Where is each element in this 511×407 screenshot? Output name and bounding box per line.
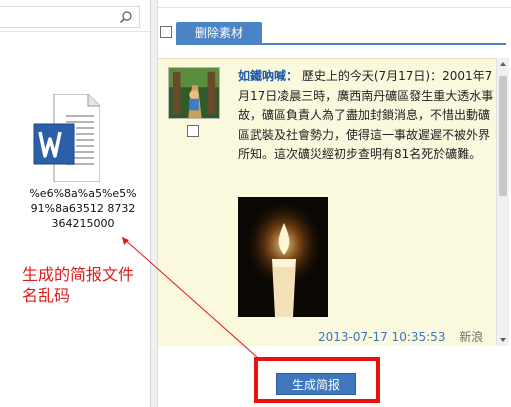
tab-underline bbox=[176, 43, 506, 45]
post-item: 如鐵吶喊： 歷史上的今天(7月17日)：2001年7月17日凌晨三時，廣西南丹礦… bbox=[158, 58, 496, 346]
post-source[interactable]: 新浪 bbox=[459, 330, 483, 344]
post-text: 如鐵吶喊： 歷史上的今天(7月17日)：2001年7月17日凌晨三時，廣西南丹礦… bbox=[238, 67, 494, 165]
avatar[interactable] bbox=[168, 67, 220, 119]
post-select-checkbox[interactable] bbox=[187, 125, 199, 137]
delete-material-button[interactable]: 删除素材 bbox=[176, 22, 262, 44]
panel-toolbar: 删除素材 bbox=[158, 22, 511, 45]
file-explorer-pane: %e6%8a%a5%e5%91%8a63512 8732364215000 生成… bbox=[0, 0, 150, 407]
scroll-down-arrow-icon[interactable] bbox=[497, 334, 509, 346]
word-document-icon[interactable] bbox=[32, 94, 100, 182]
annotation-text: 生成的简报文件名乱码 bbox=[22, 265, 135, 305]
post-scrollbar[interactable] bbox=[496, 58, 509, 346]
post-meta: 2013-07-17 10:35:53 新浪 bbox=[318, 328, 496, 345]
divider bbox=[0, 31, 150, 32]
post-date: 2013-07-17 10:35:53 bbox=[318, 330, 446, 344]
search-input[interactable] bbox=[0, 6, 140, 28]
select-all-checkbox[interactable] bbox=[160, 26, 172, 38]
generate-report-button[interactable]: 生成简报 bbox=[276, 373, 356, 395]
material-panel: 删除素材 如鐵吶喊： 歷史上的今天(7月17日)：2001年7月17日凌晨三時，… bbox=[158, 0, 511, 407]
pane-separator[interactable] bbox=[150, 0, 158, 407]
post-author-link[interactable]: 如鐵吶喊： bbox=[238, 69, 298, 83]
scrollbar-thumb[interactable] bbox=[499, 76, 507, 196]
file-name-label[interactable]: %e6%8a%a5%e5%91%8a63512 8732364215000 bbox=[28, 186, 138, 231]
scroll-up-arrow-icon[interactable] bbox=[497, 58, 509, 70]
candle-photo[interactable] bbox=[238, 197, 328, 317]
search-icon[interactable] bbox=[119, 10, 133, 24]
top-strip bbox=[158, 0, 511, 8]
screenshot-root: %e6%8a%a5%e5%91%8a63512 8732364215000 生成… bbox=[0, 0, 511, 407]
